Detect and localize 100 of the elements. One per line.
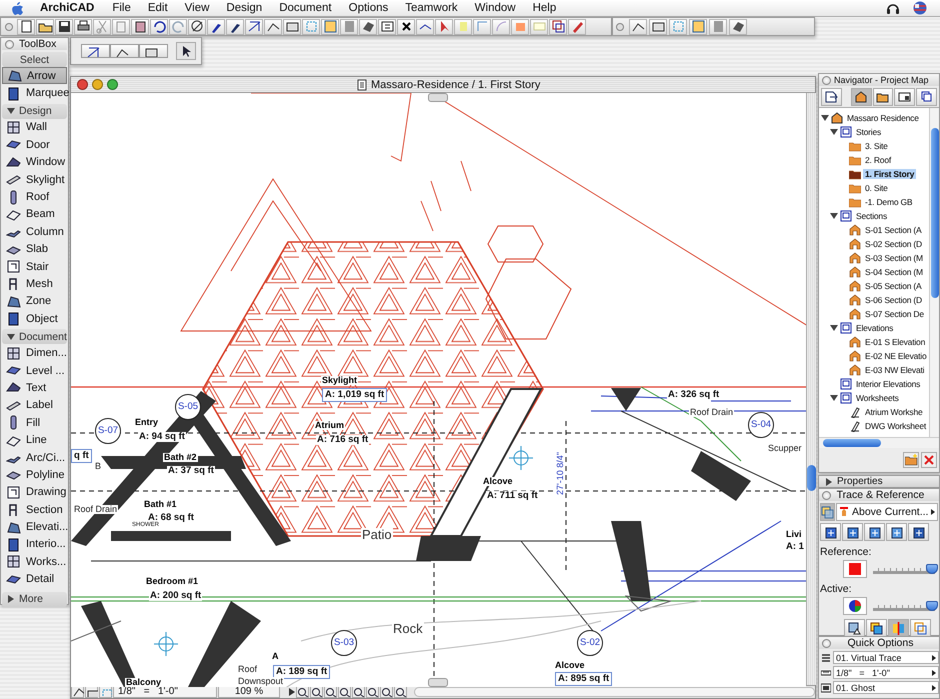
slider-thumb[interactable] (926, 601, 938, 611)
geometry-method-button[interactable] (110, 44, 139, 58)
tool-item[interactable]: Dimen... (2, 344, 67, 362)
close-button[interactable] (822, 76, 831, 84)
section-header[interactable]: Design (2, 104, 67, 119)
zoom-button[interactable] (380, 686, 393, 698)
tree-item[interactable]: S-07 Section De (819, 307, 929, 321)
toolbar-button[interactable] (359, 18, 377, 34)
tree-item[interactable]: S-03 Section (M (819, 251, 929, 265)
menu-item[interactable]: View (184, 2, 210, 14)
tool-item[interactable]: Polyline (2, 466, 67, 484)
toolbar-button[interactable] (17, 18, 35, 34)
toolbar-button[interactable] (549, 18, 567, 34)
split-handle[interactable] (428, 678, 448, 687)
tool-item[interactable]: Zone (2, 292, 67, 310)
toolbar-button[interactable] (74, 18, 92, 34)
tool-item[interactable]: Column (2, 223, 67, 241)
tree-item[interactable]: Stories (819, 125, 929, 139)
tree-item[interactable]: Sections (819, 209, 929, 223)
zoom-button[interactable] (394, 686, 407, 698)
toolbar-button[interactable] (264, 18, 282, 34)
menu-item[interactable]: Teamwork (405, 2, 458, 14)
toolbar-button[interactable] (188, 18, 206, 34)
close-button[interactable] (822, 490, 831, 500)
tree-item[interactable]: S-01 Section (A (819, 223, 929, 237)
menu-item[interactable]: File (112, 2, 131, 14)
tree-item[interactable]: Elevations (819, 321, 929, 335)
tool-item[interactable]: Drawing (2, 484, 67, 501)
menu-item[interactable]: Window (474, 2, 516, 14)
tool-item[interactable]: Detail (2, 570, 67, 588)
tree-item[interactable]: DWG Worksheet (819, 419, 929, 433)
geometry-method-button[interactable] (81, 44, 110, 58)
menu-item[interactable]: Edit (148, 2, 168, 14)
tool-item[interactable]: Window (2, 154, 67, 171)
tool-item[interactable]: Section (2, 500, 67, 518)
navigator-button[interactable] (821, 88, 842, 106)
tree-item[interactable]: 2. Roof (819, 153, 929, 167)
toolbar-button[interactable] (729, 18, 747, 34)
tool-item[interactable]: Label (2, 396, 67, 414)
tool-item[interactable]: Marquee (2, 84, 67, 102)
tree-item[interactable]: S-02 Section (D (819, 237, 929, 251)
tool-item[interactable]: Roof (2, 188, 67, 206)
tree-item[interactable]: E-03 NW Elevati (819, 363, 929, 377)
tree-item[interactable]: S-06 Section (D (819, 293, 929, 307)
palette-grip[interactable] (616, 22, 624, 30)
delete-button[interactable] (921, 452, 937, 468)
toolbar-button[interactable] (207, 18, 225, 34)
close-button[interactable] (5, 40, 14, 48)
navigator-button[interactable] (872, 88, 894, 106)
trace-toggle-button[interactable] (820, 503, 835, 521)
geometry-method-button[interactable] (139, 44, 168, 58)
app-menu[interactable]: ArchiCAD (40, 2, 94, 14)
tool-item[interactable]: Line (2, 431, 67, 449)
tool-item[interactable]: Fill (2, 414, 67, 432)
tree-item[interactable]: Interior Elevations (819, 377, 929, 391)
option-dropdown[interactable]: 01. Virtual Trace (833, 651, 939, 664)
tool-item[interactable]: Beam (2, 206, 67, 224)
navigator-button[interactable] (894, 88, 916, 106)
tool-item[interactable]: Object (2, 310, 67, 328)
section-header[interactable]: Select (2, 52, 67, 67)
tool-item[interactable]: Door (2, 136, 67, 154)
tool-item[interactable]: Arc/Ci... (2, 448, 67, 466)
status-button[interactable] (85, 686, 98, 698)
slider-thumb[interactable] (926, 564, 938, 574)
trace-mode-button[interactable] (844, 619, 865, 637)
toolbar-button[interactable] (649, 18, 667, 34)
zoom-field[interactable]: 109 % (218, 686, 280, 698)
palette-header[interactable]: Properties (819, 476, 939, 487)
tool-item[interactable]: Interio... (2, 536, 67, 554)
arrow-tool-button[interactable] (176, 42, 196, 60)
trace-tool-button[interactable] (820, 523, 841, 541)
tool-item[interactable]: Skylight (2, 170, 67, 188)
tree-item[interactable]: S-04 Section (M (819, 265, 929, 279)
tool-item[interactable]: Mesh (2, 275, 67, 293)
tree-item[interactable]: Atrium Workshe (819, 405, 929, 419)
status-button[interactable] (71, 686, 84, 698)
tree-item[interactable]: 1. First Story (819, 167, 929, 181)
menu-item[interactable]: Options (348, 2, 388, 14)
tool-item[interactable]: Slab (2, 240, 67, 258)
toolbar-button[interactable] (131, 18, 149, 34)
new-folder-button[interactable] (903, 452, 919, 468)
toolbar-button[interactable] (416, 18, 434, 34)
toolbar-button[interactable] (226, 18, 244, 34)
tool-item[interactable]: Text (2, 379, 67, 397)
toolbar-button[interactable] (245, 18, 263, 34)
tree-item[interactable]: Massaro Residence (819, 111, 929, 125)
zoom-button[interactable] (366, 686, 379, 698)
scroll-thumb[interactable] (931, 128, 939, 298)
zoom-button[interactable] (352, 686, 365, 698)
zoom-button[interactable] (296, 686, 309, 698)
tool-item[interactable]: Elevati... (2, 518, 67, 536)
navigator-button[interactable] (850, 88, 872, 106)
scroll-thumb[interactable] (823, 439, 881, 447)
minimize-button[interactable] (92, 79, 103, 90)
tree-item[interactable]: Worksheets (819, 391, 929, 405)
navigator-button[interactable] (916, 88, 937, 106)
trace-tool-button[interactable] (864, 523, 885, 541)
tree-item[interactable]: -1. Demo GB (819, 195, 929, 209)
split-handle[interactable] (428, 93, 448, 102)
palette-grip[interactable] (5, 22, 13, 30)
